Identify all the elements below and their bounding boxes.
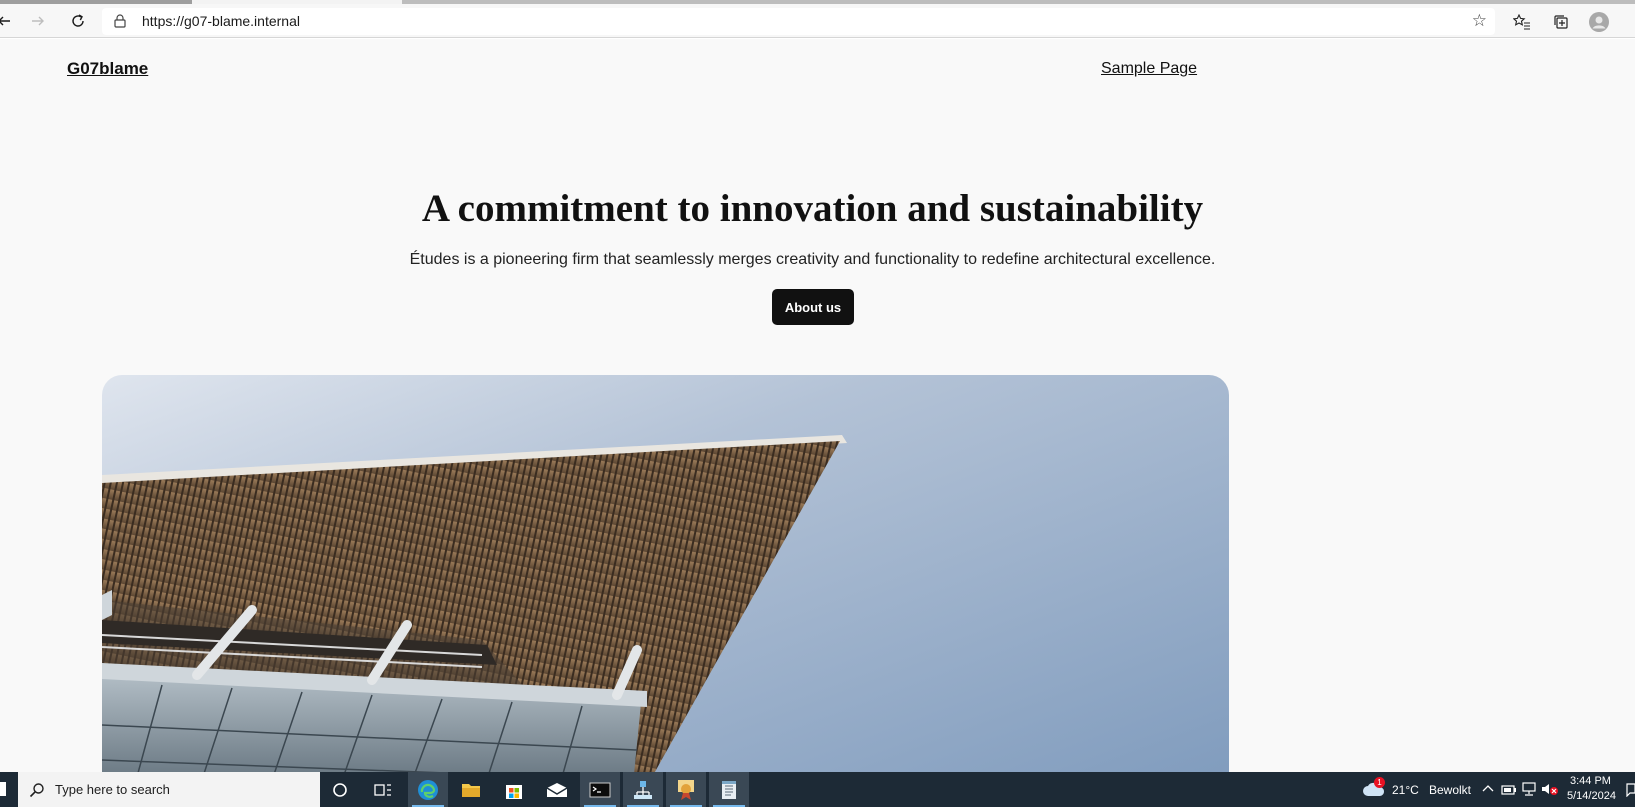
search-icon bbox=[29, 782, 45, 798]
collections-icon[interactable] bbox=[1550, 11, 1572, 33]
notification-icon[interactable] bbox=[1626, 783, 1635, 802]
refresh-icon[interactable] bbox=[66, 9, 90, 33]
mail-icon[interactable] bbox=[537, 772, 577, 807]
edge-icon[interactable] bbox=[408, 772, 448, 807]
hero-description: Études is a pioneering firm that seamles… bbox=[409, 251, 1216, 268]
start-button-icon[interactable] bbox=[0, 782, 6, 796]
site-title-link[interactable]: G07blame bbox=[67, 59, 148, 79]
volume-muted-icon[interactable] bbox=[1541, 782, 1559, 801]
browser-toolbar: https://g07-blame.internal ☆ bbox=[0, 4, 1635, 38]
weather-temperature: 21°C bbox=[1392, 783, 1419, 797]
search-placeholder[interactable]: Type here to search bbox=[55, 782, 170, 797]
chevron-up-icon[interactable] bbox=[1482, 782, 1494, 800]
address-bar[interactable]: https://g07-blame.internal ☆ bbox=[102, 8, 1495, 35]
certificate-app-icon[interactable] bbox=[666, 772, 706, 807]
about-us-button[interactable]: About us bbox=[772, 289, 854, 325]
cortana-icon[interactable] bbox=[320, 772, 360, 807]
back-arrow-icon[interactable] bbox=[0, 9, 16, 33]
star-icon[interactable]: ☆ bbox=[1472, 11, 1487, 31]
favorites-icon[interactable] bbox=[1511, 11, 1533, 33]
terminal-icon[interactable] bbox=[580, 772, 620, 807]
task-view-icon[interactable] bbox=[363, 772, 403, 807]
weather-description: Bewolkt bbox=[1429, 783, 1472, 797]
web-page: G07blame Sample Page A commitment to inn… bbox=[0, 39, 1635, 772]
hero-heading: A commitment to innovation and sustainab… bbox=[421, 187, 1204, 230]
file-explorer-icon[interactable] bbox=[451, 772, 491, 807]
hero-building-image bbox=[102, 375, 1229, 772]
notepad-icon[interactable] bbox=[709, 772, 749, 807]
clock-time[interactable]: 3:44 PM bbox=[1570, 775, 1611, 787]
weather-widget[interactable]: 1 21°C Bewolkt bbox=[1362, 772, 1474, 807]
lock-icon[interactable] bbox=[114, 14, 126, 33]
battery-icon[interactable] bbox=[1501, 783, 1517, 801]
clock-date[interactable]: 5/14/2024 bbox=[1567, 790, 1616, 802]
weather-alert-badge: 1 bbox=[1374, 777, 1385, 788]
forward-arrow-icon[interactable] bbox=[26, 9, 50, 33]
nav-sample-page-link[interactable]: Sample Page bbox=[1101, 60, 1197, 78]
building-photo bbox=[102, 375, 1229, 772]
profile-icon[interactable] bbox=[1588, 11, 1610, 33]
windows-taskbar: Type here to search 1 21°C Bewolkt 3:44 … bbox=[0, 772, 1635, 807]
network-icon[interactable] bbox=[1521, 782, 1537, 801]
url-text[interactable]: https://g07-blame.internal bbox=[142, 13, 300, 29]
store-icon[interactable] bbox=[494, 772, 534, 807]
network-app-icon[interactable] bbox=[623, 772, 663, 807]
taskbar-search-box[interactable]: Type here to search bbox=[18, 772, 320, 807]
